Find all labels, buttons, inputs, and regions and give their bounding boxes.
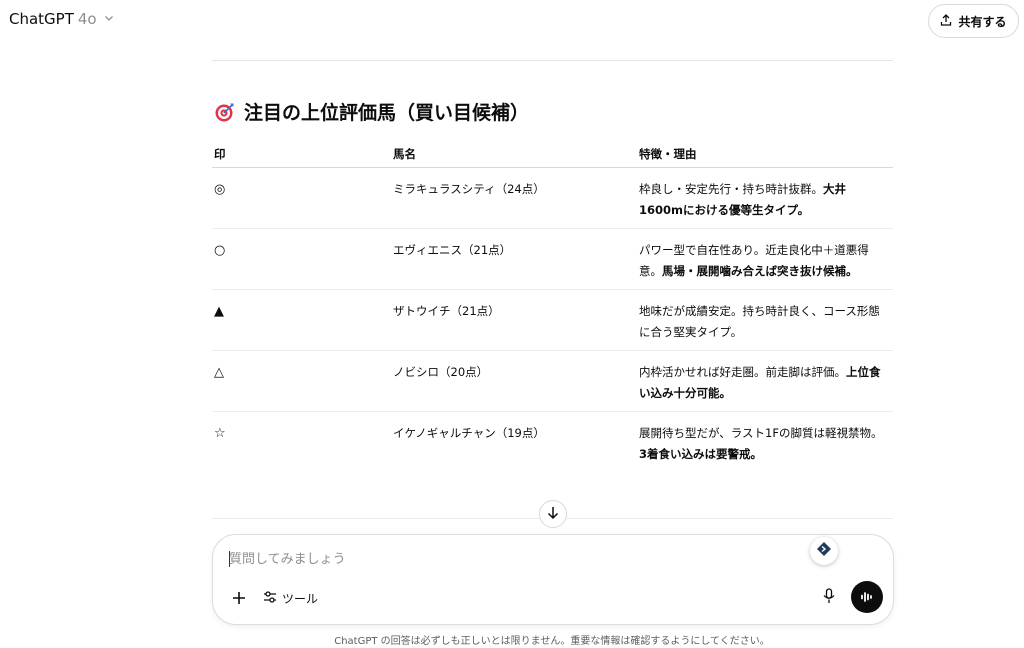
model-version: 4o — [77, 10, 97, 28]
table-row: ○ エヴィエニス（21点） パワー型で自在性あり。近走良化中＋道悪得意。馬場・展… — [212, 228, 893, 290]
mark-cell: ○ — [212, 228, 393, 290]
horse-name-cell: ザトウイチ（21点） — [393, 289, 638, 351]
table-row: ▲ ザトウイチ（21点） 地味だが成績安定。持ち時計良く、コース形態に合う堅実タ… — [212, 289, 893, 351]
reason-text: 内枠活かせれば好走圏。前走脚は評価。 — [639, 364, 846, 379]
reason-emphasis: 3着食い込みは要警戒。 — [639, 446, 763, 461]
mark-cell: ▲ — [212, 289, 393, 351]
scroll-to-bottom-button[interactable] — [539, 500, 567, 528]
reason-emphasis: 馬場・展開噛み合えば突き抜け候補。 — [662, 263, 858, 278]
tools-button[interactable]: ツール — [263, 588, 318, 608]
top-bar: ChatGPT 4o 共有する — [0, 0, 1024, 44]
target-icon — [214, 101, 236, 123]
plus-icon — [232, 586, 246, 610]
mark-cell: △ — [212, 350, 393, 412]
table-row: ☆ イケノギャルチャン（19点） 展開待ち型だが、ラスト1Fの脚質は軽視禁物。 3… — [212, 411, 893, 472]
heading-text: 注目の上位評価馬（買い目候補） — [244, 102, 530, 124]
chevron-down-icon — [104, 13, 114, 26]
tools-label: ツール — [282, 591, 319, 606]
horse-name-cell: エヴィエニス（21点） — [393, 228, 638, 290]
horse-rating-table: 印 馬名 特徴・理由 ◎ ミラキュラスシティ（24点） 枠良し・安定先行・持ち時… — [212, 142, 893, 472]
reason-text: 地味だが成績安定。持ち時計良く、コース形態に合う堅実タイプ。 — [639, 303, 880, 339]
table-header-row: 印 馬名 特徴・理由 — [212, 142, 893, 168]
horse-name-cell: ミラキュラスシティ（24点） — [393, 167, 638, 229]
reason-cell: 地味だが成績安定。持ち時計良く、コース形態に合う堅実タイプ。 — [638, 289, 893, 351]
column-header-mark: 印 — [212, 142, 393, 168]
column-header-reason: 特徴・理由 — [638, 142, 893, 168]
reason-text: 枠良し・安定先行・持ち時計抜群。 — [639, 181, 823, 196]
reason-cell: パワー型で自在性あり。近走良化中＋道悪得意。馬場・展開噛み合えば突き抜け候補。 — [638, 228, 893, 290]
horse-name-cell: イケノギャルチャン（19点） — [393, 425, 545, 440]
extension-icon — [816, 541, 832, 561]
disclaimer-text: ChatGPT の回答は必ずしも正しいとは限りません。重要な情報は確認するように… — [334, 636, 770, 647]
reason-text: 展開待ち型だが、ラスト1Fの脚質は軽視禁物。 — [639, 425, 883, 440]
column-header-horse-name: 馬名 — [393, 142, 638, 168]
app-name: ChatGPT — [9, 10, 74, 28]
share-label: 共有する — [958, 14, 1007, 29]
dictate-button[interactable] — [819, 587, 839, 609]
reason-cell: 内枠活かせれば好走圏。前走脚は評価。上位食い込み十分可能。 — [638, 350, 893, 412]
model-switcher[interactable]: ChatGPT 4o — [9, 10, 114, 28]
sliders-icon — [263, 590, 277, 606]
table-row: △ ノビシロ（20点） 内枠活かせれば好走圏。前走脚は評価。上位食い込み十分可能… — [212, 350, 893, 412]
extension-badge[interactable] — [810, 537, 838, 565]
divider — [212, 60, 893, 61]
section-heading: 注目の上位評価馬（買い目候補） — [214, 98, 529, 125]
voice-mode-button[interactable] — [851, 581, 883, 613]
reason-cell: 展開待ち型だが、ラスト1Fの脚質は軽視禁物。 3着食い込みは要警戒。 — [638, 411, 893, 472]
add-attachment-button[interactable] — [229, 588, 249, 608]
arrow-down-icon — [547, 505, 559, 524]
horse-name-cell: ノビシロ（20点） — [393, 350, 638, 412]
prompt-composer: ツール — [212, 534, 894, 625]
mark-cell: ☆ — [214, 425, 226, 441]
share-icon — [940, 13, 952, 29]
reason-cell: 枠良し・安定先行・持ち時計抜群。大井1600mにおける優等生タイプ。 — [638, 167, 893, 229]
prompt-input[interactable] — [229, 549, 789, 569]
mark-cell: ◎ — [212, 167, 393, 229]
share-button[interactable]: 共有する — [928, 4, 1019, 38]
microphone-icon — [823, 588, 835, 608]
waveform-icon — [860, 588, 874, 607]
table-row: ◎ ミラキュラスシティ（24点） 枠良し・安定先行・持ち時計抜群。大井1600m… — [212, 167, 893, 229]
